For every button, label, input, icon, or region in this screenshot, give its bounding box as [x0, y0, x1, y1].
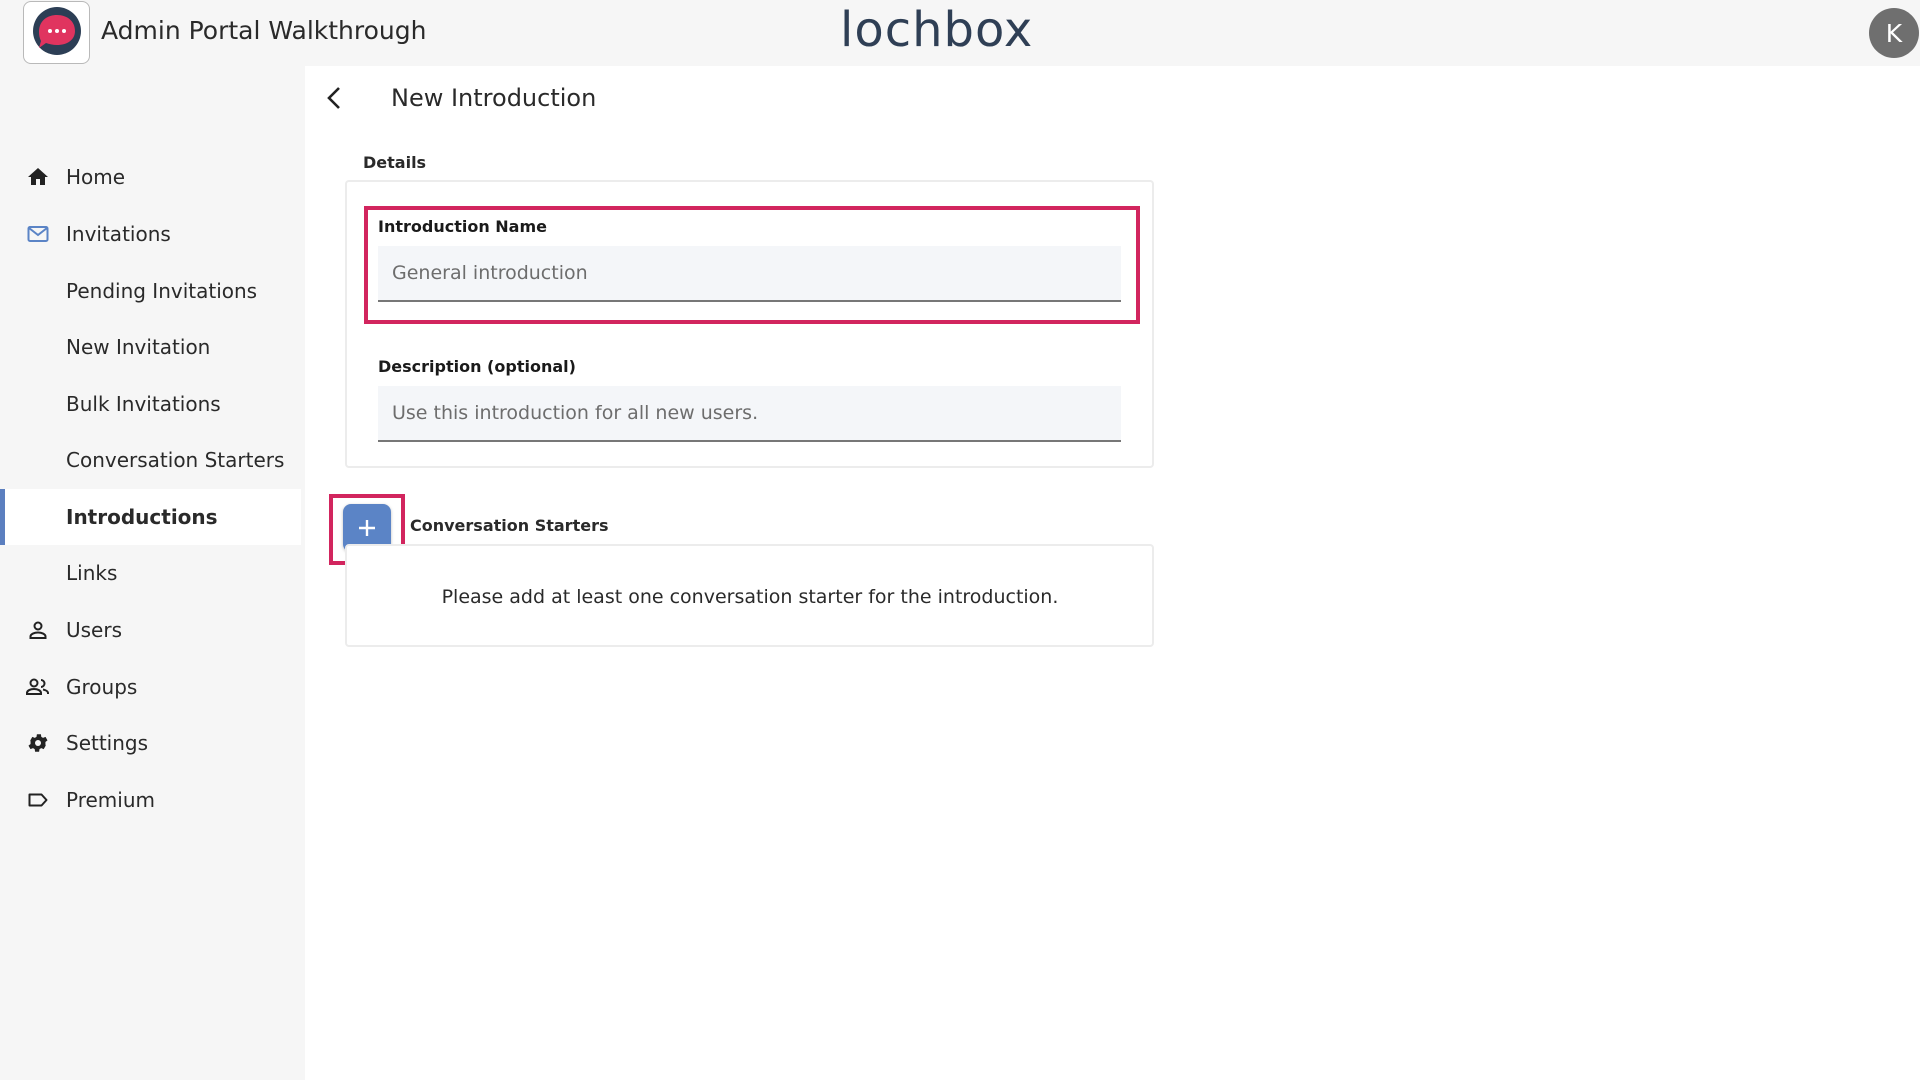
highlight-box [364, 206, 1140, 324]
sidebar-item-new-invitation[interactable]: New Invitation [0, 319, 301, 375]
sidebar-item-users[interactable]: Users [0, 602, 301, 658]
top-bar: Admin Portal Walkthrough lochbox K [0, 0, 1920, 66]
sidebar-item-label: Links [66, 561, 118, 585]
sidebar-item-links[interactable]: Links [0, 545, 301, 601]
brand-logo: lochbox [840, 2, 1034, 58]
sidebar-item-label: Settings [66, 731, 149, 755]
sidebar-item-settings[interactable]: Settings [0, 715, 301, 771]
group-icon [25, 674, 51, 700]
conversation-starters-label: Conversation Starters [410, 516, 609, 535]
sidebar-item-premium[interactable]: Premium [0, 772, 301, 828]
app-logo[interactable] [23, 1, 90, 64]
chat-bubble-logo-icon [32, 6, 81, 55]
sidebar-item-label: Introductions [66, 505, 218, 529]
label-icon [25, 787, 51, 813]
sidebar-item-introductions[interactable]: Introductions [0, 489, 301, 545]
empty-state-message: Please add at least one conversation sta… [441, 586, 1059, 608]
sidebar-item-label: New Invitation [66, 335, 211, 359]
back-button[interactable] [320, 82, 350, 114]
sidebar: Home Invitations Pending Invitations New… [0, 66, 305, 1080]
sidebar-item-label: Bulk Invitations [66, 392, 221, 416]
sidebar-item-label: Conversation Starters [66, 448, 285, 472]
description-label: Description (optional) [378, 357, 576, 376]
user-icon [25, 617, 51, 643]
details-section-label: Details [363, 153, 427, 172]
sidebar-item-home[interactable]: Home [0, 149, 301, 205]
sidebar-item-label: Home [66, 165, 126, 189]
sidebar-item-label: Users [66, 618, 123, 642]
avatar[interactable]: K [1869, 8, 1919, 58]
chevron-left-icon [327, 87, 340, 109]
description-input[interactable] [378, 386, 1121, 442]
sidebar-item-label: Premium [66, 788, 155, 812]
home-icon [25, 164, 51, 190]
sidebar-item-conversation-starters[interactable]: Conversation Starters [0, 432, 301, 488]
sidebar-item-label: Pending Invitations [66, 279, 258, 303]
mail-icon [25, 221, 51, 247]
app-title: Admin Portal Walkthrough [101, 16, 427, 45]
sidebar-item-bulk-invitations[interactable]: Bulk Invitations [0, 376, 301, 432]
sidebar-item-label: Invitations [66, 222, 171, 246]
sidebar-item-pending-invitations[interactable]: Pending Invitations [0, 263, 301, 319]
page-title: New Introduction [391, 84, 597, 112]
sidebar-item-invitations[interactable]: Invitations [0, 206, 301, 262]
sidebar-item-groups[interactable]: Groups [0, 659, 301, 715]
sidebar-item-label: Groups [66, 675, 138, 699]
gear-icon [25, 730, 51, 756]
